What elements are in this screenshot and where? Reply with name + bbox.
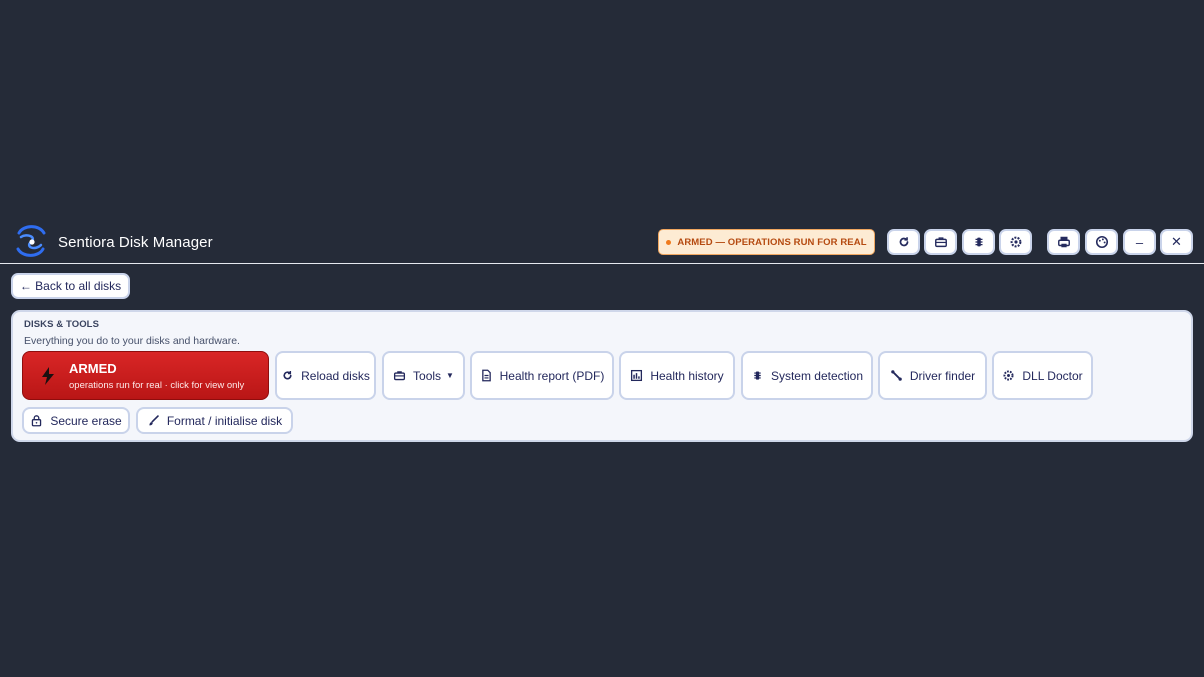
health-report-button[interactable]: Health report (PDF) <box>470 351 614 400</box>
cog-icon <box>1010 236 1021 248</box>
refresh-icon <box>281 369 294 382</box>
system-detection-button[interactable]: System detection <box>741 351 873 400</box>
reload-button[interactable] <box>887 229 920 255</box>
format-disk-button[interactable]: Format / initialise disk <box>136 407 293 434</box>
disks-tools-panel: DISKS & TOOLS Everything you do to your … <box>11 310 1193 442</box>
theme-button[interactable] <box>1085 229 1118 255</box>
armed-status-label: ARMED — OPERATIONS RUN FOR REAL <box>677 236 867 248</box>
toolbox-icon <box>934 237 947 248</box>
dll-doctor-label: DLL Doctor <box>1022 368 1083 383</box>
back-to-all-disks-button[interactable]: ← Back to all disks <box>11 273 130 299</box>
driver-finder-button[interactable]: Driver finder <box>878 351 987 400</box>
printer-icon <box>1057 236 1070 248</box>
lock-icon <box>30 414 43 427</box>
wrench-icon <box>890 369 903 382</box>
refresh-icon <box>899 237 908 247</box>
brush-icon <box>147 414 160 427</box>
chart-icon <box>630 369 643 382</box>
health-report-label: Health report (PDF) <box>499 368 605 383</box>
palette-icon <box>1095 235 1108 249</box>
format-disk-label: Format / initialise disk <box>166 413 283 428</box>
lightning-icon <box>42 367 54 385</box>
print-button[interactable] <box>1047 229 1080 255</box>
tools-dropdown-button[interactable]: Tools ▼ <box>382 351 465 400</box>
dll-doctor-button[interactable]: DLL Doctor <box>992 351 1093 400</box>
armed-card-subtitle: operations run for real · click for view… <box>69 380 245 391</box>
reload-disks-label: Reload disks <box>301 368 370 383</box>
armed-status-pill[interactable]: ARMED — OPERATIONS RUN FOR REAL <box>658 229 875 255</box>
chip-icon <box>975 237 982 247</box>
panel-subtitle: Everything you do to your disks and hard… <box>24 335 240 347</box>
title-bar: Sentiora Disk Manager ARMED — OPERATIONS… <box>0 222 1204 264</box>
chip-icon <box>751 369 764 382</box>
sentiora-logo-icon <box>16 225 46 257</box>
cog-icon <box>1002 369 1015 382</box>
toolbox-icon <box>393 369 406 382</box>
health-history-label: Health history <box>650 368 724 383</box>
tools-label: Tools <box>413 368 442 383</box>
minimize-icon: – <box>1135 234 1144 250</box>
health-history-button[interactable]: Health history <box>619 351 735 400</box>
close-button[interactable]: ✕ <box>1160 229 1193 255</box>
secure-erase-label: Secure erase <box>50 413 122 428</box>
system-detection-label: System detection <box>770 368 864 383</box>
armed-toggle-card[interactable]: ARMED operations run for real · click fo… <box>22 351 269 400</box>
document-icon <box>480 369 493 382</box>
toolbox-button[interactable] <box>924 229 957 255</box>
driver-finder-label: Driver finder <box>909 368 976 383</box>
dll-button[interactable] <box>999 229 1032 255</box>
reload-disks-button[interactable]: Reload disks <box>275 351 376 400</box>
close-icon: ✕ <box>1171 234 1182 249</box>
secure-erase-button[interactable]: Secure erase <box>22 407 130 434</box>
panel-eyebrow: DISKS & TOOLS <box>24 319 100 330</box>
armed-card-title: ARMED <box>69 361 117 376</box>
app-title: Sentiora Disk Manager <box>58 234 213 251</box>
detection-button[interactable] <box>962 229 995 255</box>
minimize-button[interactable]: – <box>1123 229 1156 255</box>
caret-down-icon: ▼ <box>446 371 454 380</box>
status-dot-icon <box>666 239 672 245</box>
